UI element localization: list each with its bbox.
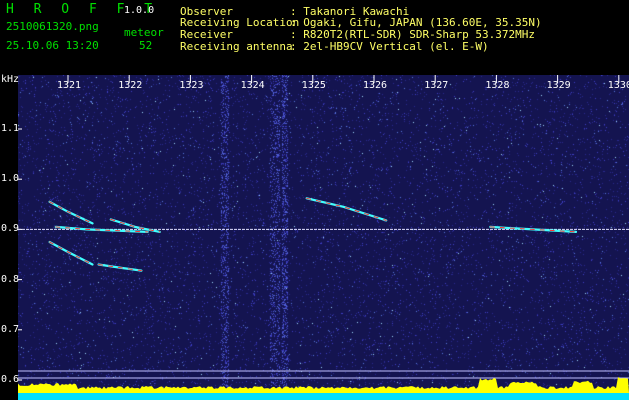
- x-tick-label: 1327: [424, 80, 449, 91]
- info-receiver-label: Receiver: [180, 28, 233, 41]
- file-name: 2510061320.png: [6, 20, 99, 33]
- app-version: 1.0.0: [124, 5, 155, 16]
- spectrogram-overlay: [18, 75, 629, 400]
- x-tick-label: 1321: [57, 80, 82, 91]
- signal-level-base: [18, 393, 629, 400]
- y-tick-label: 1.1: [1, 123, 20, 134]
- spectrogram-plot: [18, 75, 629, 400]
- hrofft-window: H R O F F T 1.0.0 2510061320.png meteor …: [0, 0, 629, 400]
- info-receiver-value: : R820T2(RTL-SDR) SDR-Sharp 53.372MHz: [290, 28, 536, 41]
- x-tick-label: 1324: [240, 80, 265, 91]
- x-tick-label: 1322: [118, 80, 143, 91]
- x-tick-label: 1330: [607, 80, 629, 91]
- file-datetime: 25.10.06 13:20: [6, 39, 99, 52]
- y-tick-label: 0.9: [1, 223, 20, 235]
- x-tick-label: 1323: [179, 80, 204, 91]
- y-axis-unit: kHz: [1, 74, 20, 85]
- x-tick-label: 1325: [301, 80, 326, 91]
- x-tick-label: 1326: [363, 80, 388, 91]
- meteor-label: meteor: [124, 26, 164, 39]
- meteor-count: 52: [139, 39, 153, 52]
- x-tick-label: 1329: [546, 80, 571, 91]
- info-antenna-label: Receiving antenna: [180, 40, 293, 53]
- y-tick-label: 0.7: [1, 323, 20, 335]
- y-tick-label: 0.8: [1, 273, 20, 285]
- info-antenna-value: : 2el-HB9CV Vertical (el. E-W): [290, 40, 489, 53]
- info-location-value: : Ogaki, Gifu, JAPAN (136.60E, 35.35N): [290, 16, 542, 29]
- signal-level-bar: [18, 377, 629, 393]
- y-tick-label: 1.0: [1, 173, 20, 185]
- info-location-label: Receiving Location: [180, 16, 300, 29]
- x-tick-label: 1328: [485, 80, 510, 91]
- y-tick-label: 0.6: [1, 374, 20, 385]
